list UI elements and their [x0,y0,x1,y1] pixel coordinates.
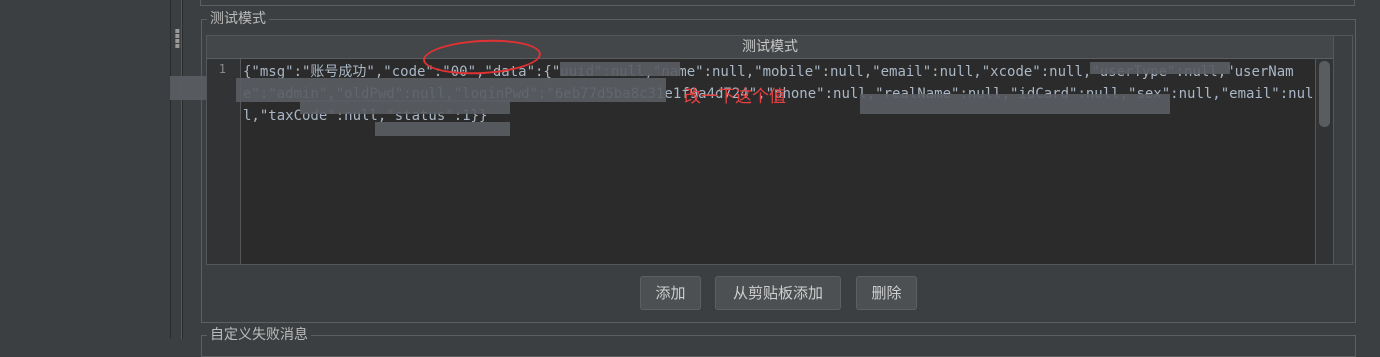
redaction-mosaic [236,78,666,102]
redaction-mosaic [1090,62,1230,74]
redaction-mosaic [375,122,510,136]
add-from-clipboard-button[interactable]: 从剪贴板添加 [715,276,841,310]
left-sidebar [0,0,170,339]
table-header[interactable]: 测试模式 [207,36,1333,59]
test-mode-legend: 测试模式 [210,11,266,27]
redaction-mosaic [170,76,206,100]
panel-splitter[interactable]: ▪ ▪ ▪ ▪ [170,0,182,339]
custom-fail-message-group: 自定义失败消息 [201,327,1356,357]
redaction-mosaic [300,100,510,114]
redaction-mosaic [860,94,1170,114]
custom-fail-legend: 自定义失败消息 [210,327,308,343]
previous-group-border [200,0,1355,6]
redaction-mosaic [560,62,680,76]
line-number: 1 [218,62,226,76]
scrollbar-thumb[interactable] [1319,61,1330,127]
annotation-label: 改一下这个值 [684,87,786,107]
editor-right-edge [1334,35,1353,265]
delete-button[interactable]: 删除 [856,276,917,310]
drag-handle-icon[interactable]: ▪ ▪ ▪ ▪ [173,27,181,50]
vertical-scrollbar[interactable] [1315,59,1333,264]
add-button[interactable]: 添加 [640,276,701,310]
